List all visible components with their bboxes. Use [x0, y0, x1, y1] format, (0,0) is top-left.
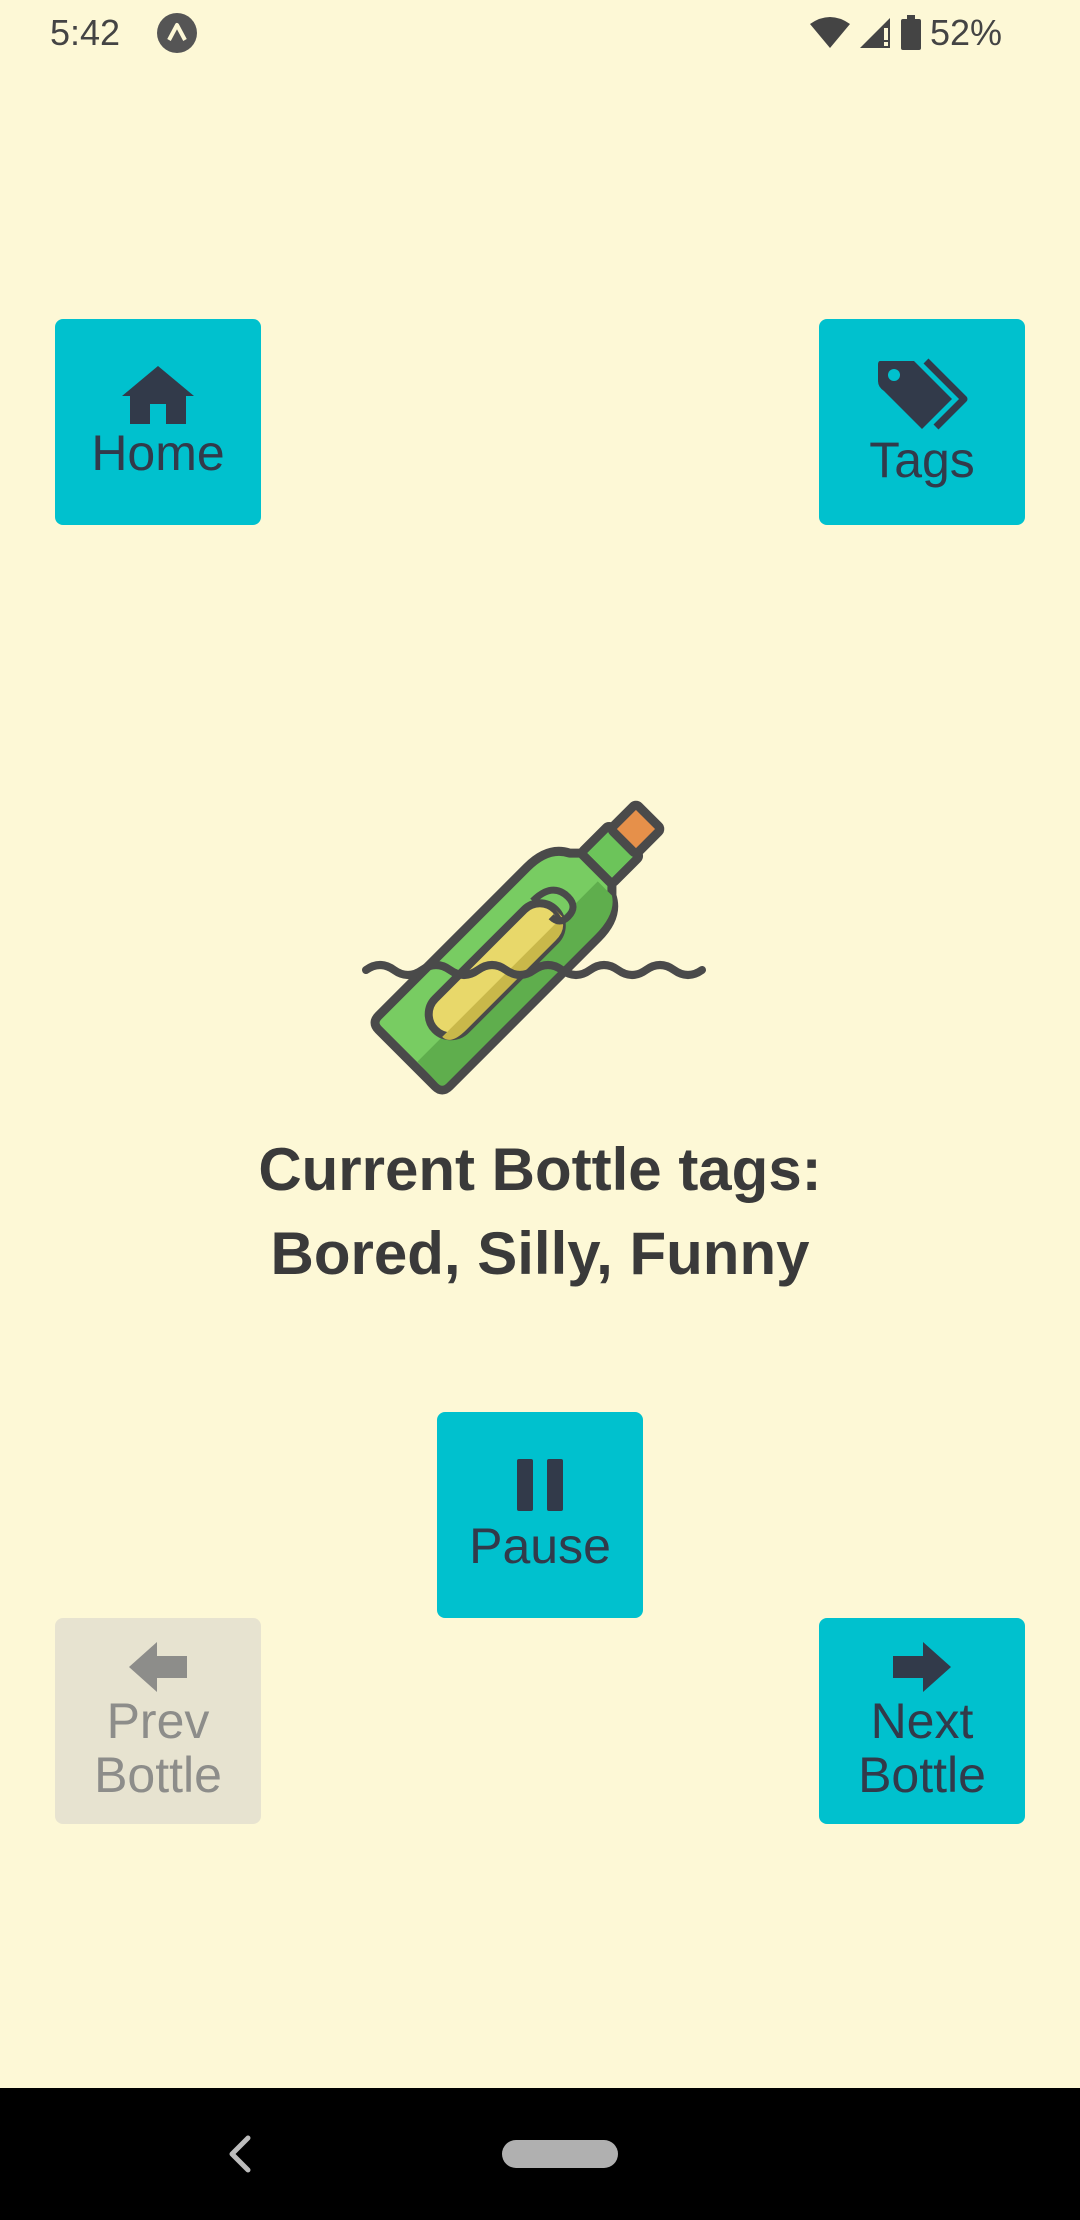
- arrow-left-icon: [129, 1642, 187, 1692]
- wifi-icon: [809, 17, 850, 48]
- pause-button-label: Pause: [469, 1518, 611, 1574]
- navigation-bar: [0, 2088, 1080, 2220]
- next-bottle-label: Next Bottle: [858, 1693, 986, 1803]
- status-time: 5:42: [50, 12, 121, 53]
- next-bottle-button[interactable]: Next Bottle: [819, 1618, 1025, 1824]
- back-icon[interactable]: [222, 2132, 256, 2176]
- prev-bottle-button[interactable]: Prev Bottle: [55, 1618, 261, 1824]
- app-screen: 5:42 52% Home Tags Current Bottle tags: …: [0, 0, 1080, 2220]
- pause-button[interactable]: Pause: [437, 1412, 643, 1618]
- current-bottle-tags: Current Bottle tags: Bored, Silly, Funny: [140, 1128, 940, 1296]
- cell-signal-icon: [859, 18, 890, 48]
- battery-percent: 52%: [929, 12, 1002, 53]
- status-right-group: 52%: [809, 10, 1002, 56]
- home-button-label: Home: [91, 425, 225, 481]
- tags-button[interactable]: Tags: [819, 319, 1025, 525]
- home-pill[interactable]: [502, 2140, 618, 2168]
- app-notification-icon: [157, 13, 197, 53]
- message-in-bottle-icon: [362, 800, 706, 1095]
- tag-icon: [878, 358, 968, 430]
- prev-bottle-label: Prev Bottle: [94, 1693, 222, 1803]
- tags-list: Bored, Silly, Funny: [270, 1220, 810, 1287]
- arrow-right-icon: [893, 1642, 951, 1692]
- pause-icon: [517, 1459, 563, 1511]
- home-icon: [122, 366, 194, 424]
- tags-button-label: Tags: [869, 432, 975, 488]
- tags-heading: Current Bottle tags:: [258, 1136, 822, 1203]
- battery-icon: [900, 15, 921, 50]
- status-bar: 5:42 52%: [0, 0, 1080, 66]
- home-button[interactable]: Home: [55, 319, 261, 525]
